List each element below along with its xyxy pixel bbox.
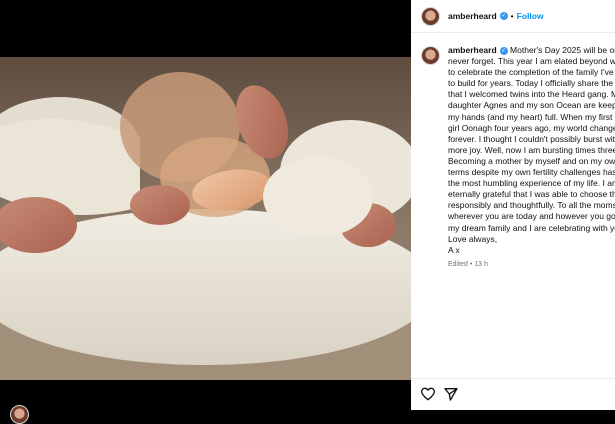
post-photo bbox=[0, 57, 411, 380]
meta-separator: • bbox=[469, 260, 473, 268]
caption-text: Mother's Day 2025 will be one I'll never… bbox=[448, 45, 615, 255]
follow-button[interactable]: Follow bbox=[517, 11, 544, 21]
caption-author-avatar[interactable] bbox=[421, 46, 440, 65]
author-avatar[interactable] bbox=[421, 6, 440, 26]
post-header: amberheard ✓ • Follow bbox=[411, 0, 615, 33]
send-icon[interactable] bbox=[443, 386, 459, 402]
post-caption: amberheard ✓ Mother's Day 2025 will be on… bbox=[421, 45, 615, 268]
action-bar bbox=[411, 378, 615, 410]
header-separator: • bbox=[510, 11, 514, 21]
heart-icon[interactable] bbox=[420, 386, 436, 402]
author-username[interactable]: amberheard bbox=[448, 11, 497, 21]
caption-text-block: amberheard ✓ Mother's Day 2025 will be on… bbox=[448, 45, 615, 256]
post-media-pane bbox=[0, 0, 411, 410]
post-sidebar: amberheard ✓ • Follow amberheard ✓ Mother… bbox=[411, 0, 615, 410]
verified-badge-icon: ✓ bbox=[499, 12, 508, 20]
edited-label: Edited bbox=[448, 260, 468, 268]
caption-username[interactable]: amberheard bbox=[448, 45, 497, 55]
verified-badge-icon: ✓ bbox=[499, 47, 508, 55]
post-timestamp: 13 h bbox=[474, 260, 488, 268]
viewer-avatar[interactable] bbox=[10, 405, 29, 424]
caption-meta: Edited • 13 h bbox=[448, 261, 615, 268]
caption-body: amberheard ✓ Mother's Day 2025 will be on… bbox=[448, 45, 615, 268]
